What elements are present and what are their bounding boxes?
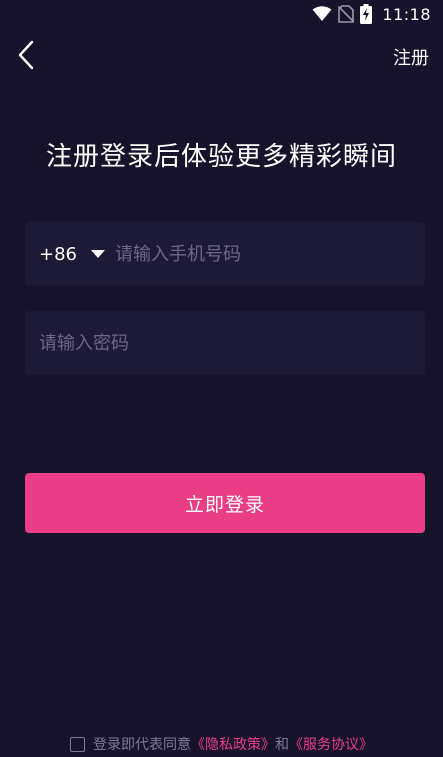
phone-field: +86: [25, 222, 425, 286]
status-icons: 11:18: [312, 4, 431, 24]
agreement-row: 登录即代表同意 《隐私政策》 和 《服务协议》: [0, 734, 443, 754]
terms-of-service-link[interactable]: 《服务协议》: [289, 734, 373, 754]
password-field: [25, 311, 425, 375]
wifi-icon: [312, 6, 332, 22]
caret-down-icon: [91, 250, 105, 258]
register-link[interactable]: 注册: [393, 44, 429, 70]
phone-input[interactable]: [115, 222, 425, 286]
agreement-checkbox[interactable]: [70, 736, 85, 752]
page-headline: 注册登录后体验更多精彩瞬间: [45, 142, 397, 172]
agreement-prefix: 登录即代表同意: [93, 737, 191, 753]
agreement-conjunction: 和: [275, 737, 289, 753]
back-button[interactable]: [10, 40, 42, 74]
country-code-selector[interactable]: +86: [25, 222, 115, 286]
country-code-label: +86: [39, 243, 77, 265]
battery-charging-icon: [360, 4, 373, 24]
login-button[interactable]: 立即登录: [25, 473, 425, 533]
password-input[interactable]: [25, 311, 425, 375]
privacy-policy-link[interactable]: 《隐私政策》: [191, 734, 275, 754]
no-sim-icon: [338, 5, 355, 23]
status-bar: 11:18: [0, 0, 443, 28]
chevron-left-icon: [17, 40, 35, 74]
status-time: 11:18: [382, 4, 431, 24]
